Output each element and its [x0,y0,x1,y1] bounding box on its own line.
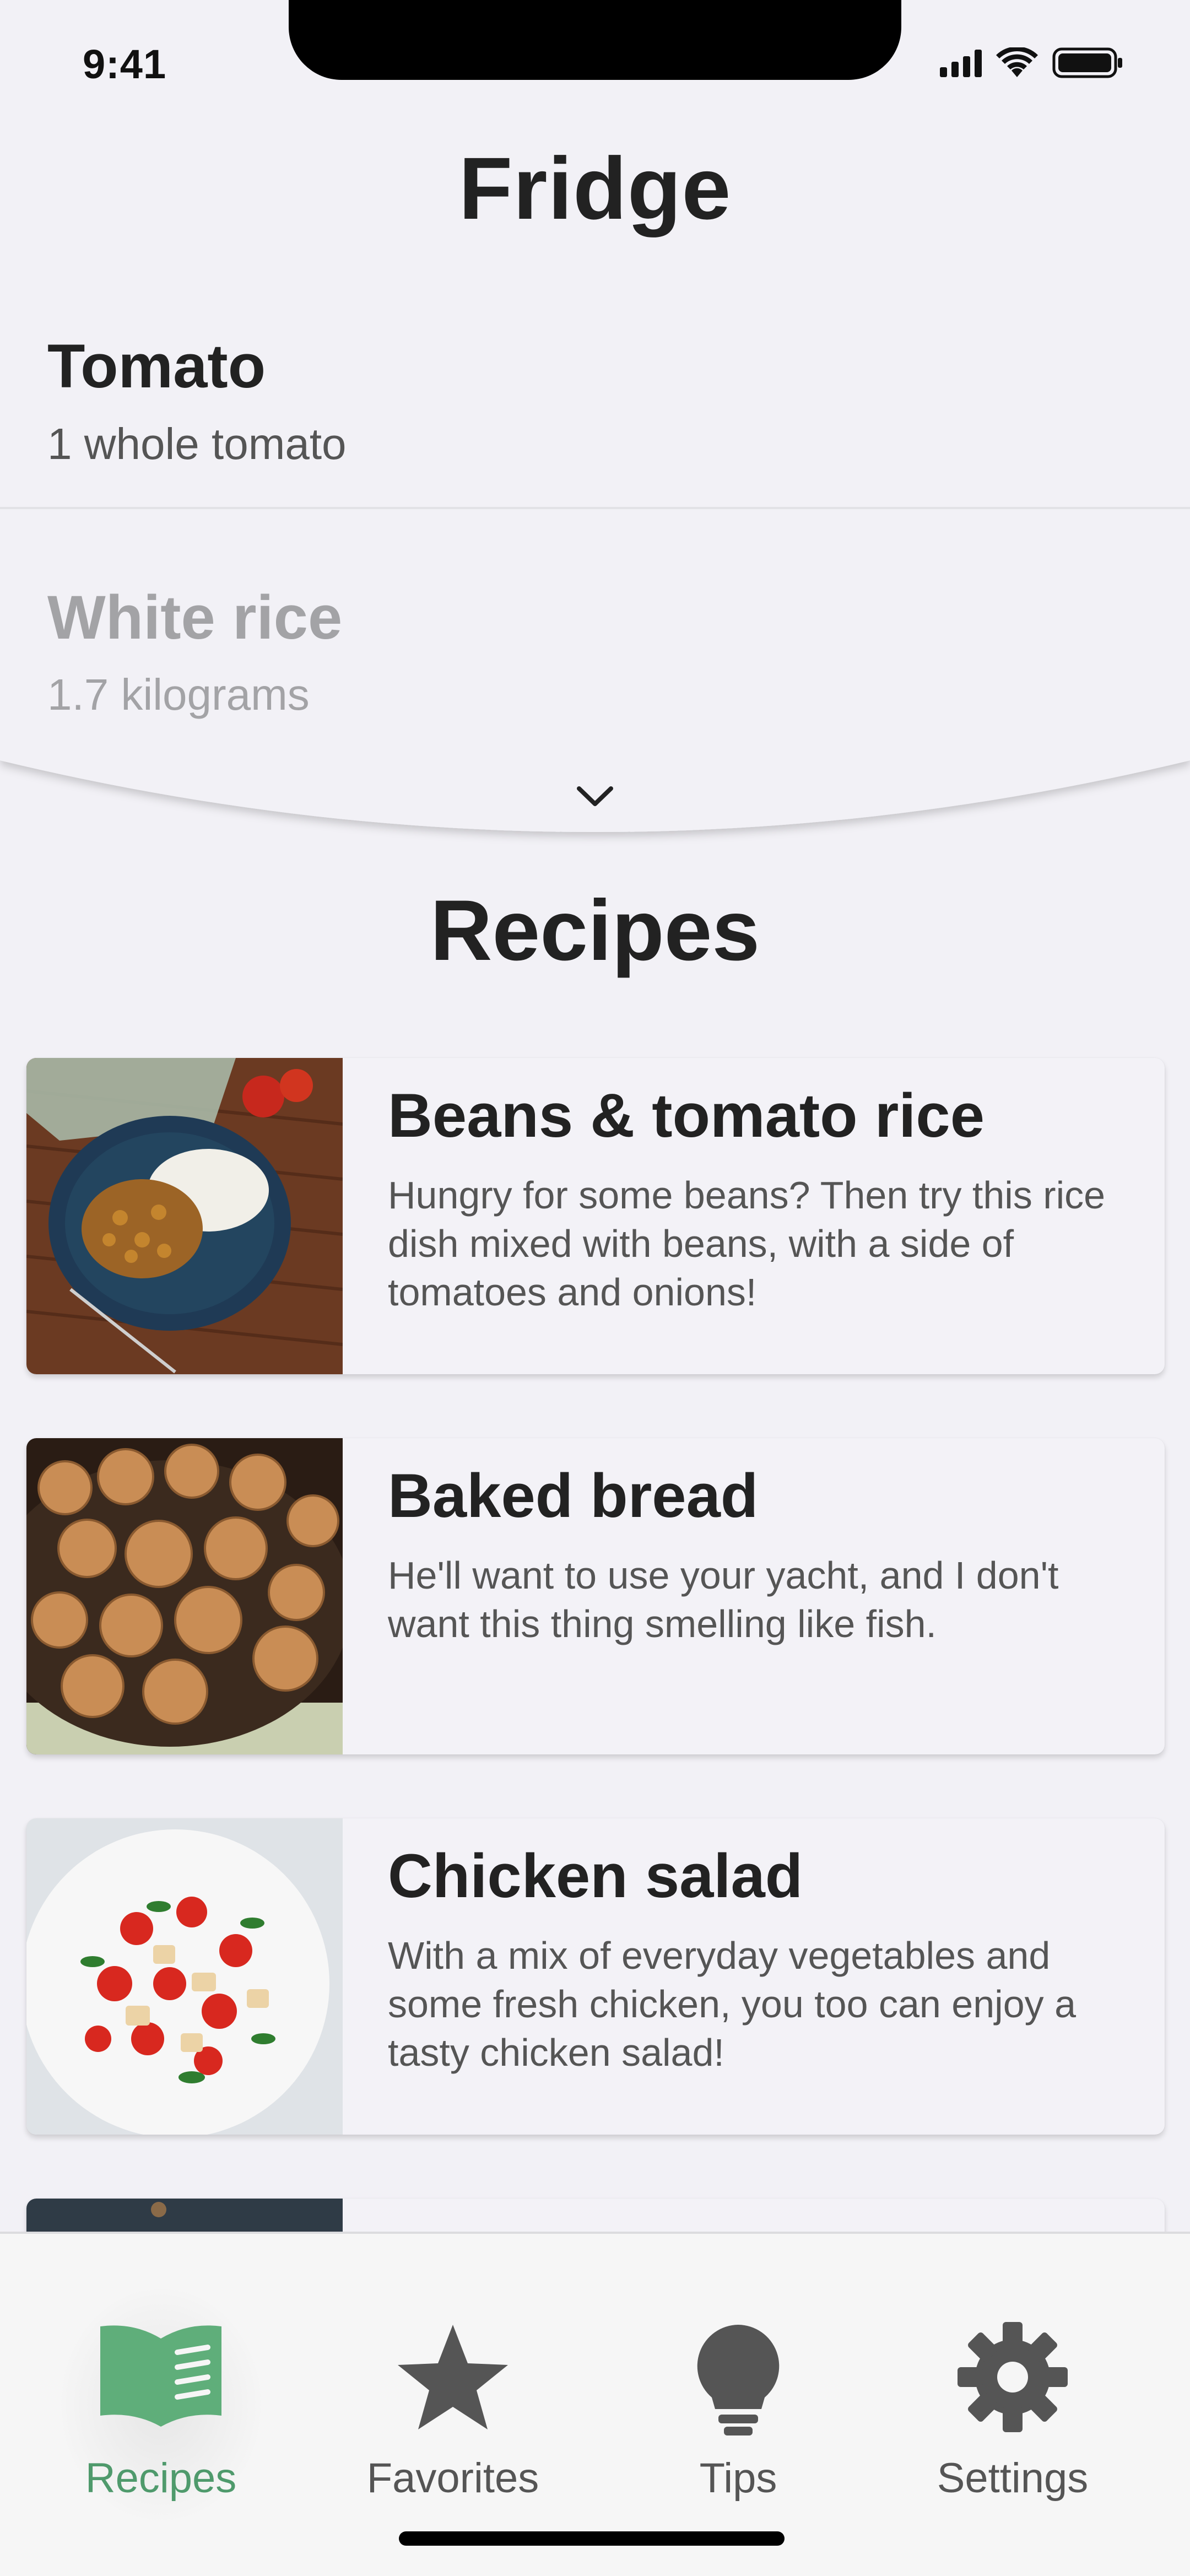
fridge-item-tomato[interactable]: Tomato 1 whole tomato [0,309,1190,562]
recipe-card-chicken-salad[interactable]: Chicken salad With a mix of everyday veg… [26,1818,1165,2135]
tab-label: Settings [937,2455,1089,2502]
tab-bar: Recipes Favorites Tips Settings [0,2232,1190,2576]
device-notch [289,0,901,80]
recipe-title: Baked bread [388,1461,759,1530]
star-icon [337,2322,569,2432]
fridge-item-name: White rice [47,583,343,652]
divider [0,507,1190,509]
tab-label: Favorites [366,2455,539,2502]
fridge-item-amount: 1 whole tomato [47,419,347,468]
tab-label: Recipes [85,2455,237,2502]
lightbulb-icon [623,2322,854,2438]
recipe-image-baked-bread [26,1438,343,1754]
fridge-item-name: Tomato [47,332,266,401]
recipe-description: With a mix of everyday vegetables and so… [388,1934,1077,2074]
recipe-title: Chicken salad [388,1841,803,1910]
tab-favorites[interactable]: Favorites [337,2289,569,2502]
recipe-card-baked-bread[interactable]: Baked bread He'll want to use your yacht… [26,1438,1165,1754]
recipe-image-chicken-salad [26,1818,343,2135]
expand-fridge-button[interactable] [570,777,620,816]
recipe-image-beans-rice [26,1058,343,1374]
tab-tips[interactable]: Tips [623,2289,854,2502]
tab-settings[interactable]: Settings [897,2289,1128,2502]
status-time: 9:41 [83,41,167,87]
fridge-item-amount: 1.7 kilograms [47,670,310,719]
recipe-description: He'll want to use your yacht, and I don'… [388,1554,1059,1645]
battery-icon [1052,46,1124,79]
fridge-title: Fridge [458,139,732,237]
tab-label: Tips [699,2455,777,2502]
cellular-signal-icon [940,48,982,77]
gear-icon [897,2322,1128,2432]
recipe-description: Hungry for some beans? Then try this ric… [388,1174,1106,1314]
status-icons [940,46,1124,79]
recipes-title: Recipes [430,883,760,979]
chevron-down-icon [577,786,613,806]
status-bar: 9:41 [0,0,1190,94]
open-book-icon [45,2322,277,2427]
recipe-card-beans-tomato-rice[interactable]: Beans & tomato rice Hungry for some bean… [26,1058,1165,1374]
wifi-icon [996,47,1038,78]
home-indicator[interactable] [399,2531,785,2546]
tab-recipes[interactable]: Recipes [45,2283,277,2526]
recipe-title: Beans & tomato rice [388,1081,985,1150]
